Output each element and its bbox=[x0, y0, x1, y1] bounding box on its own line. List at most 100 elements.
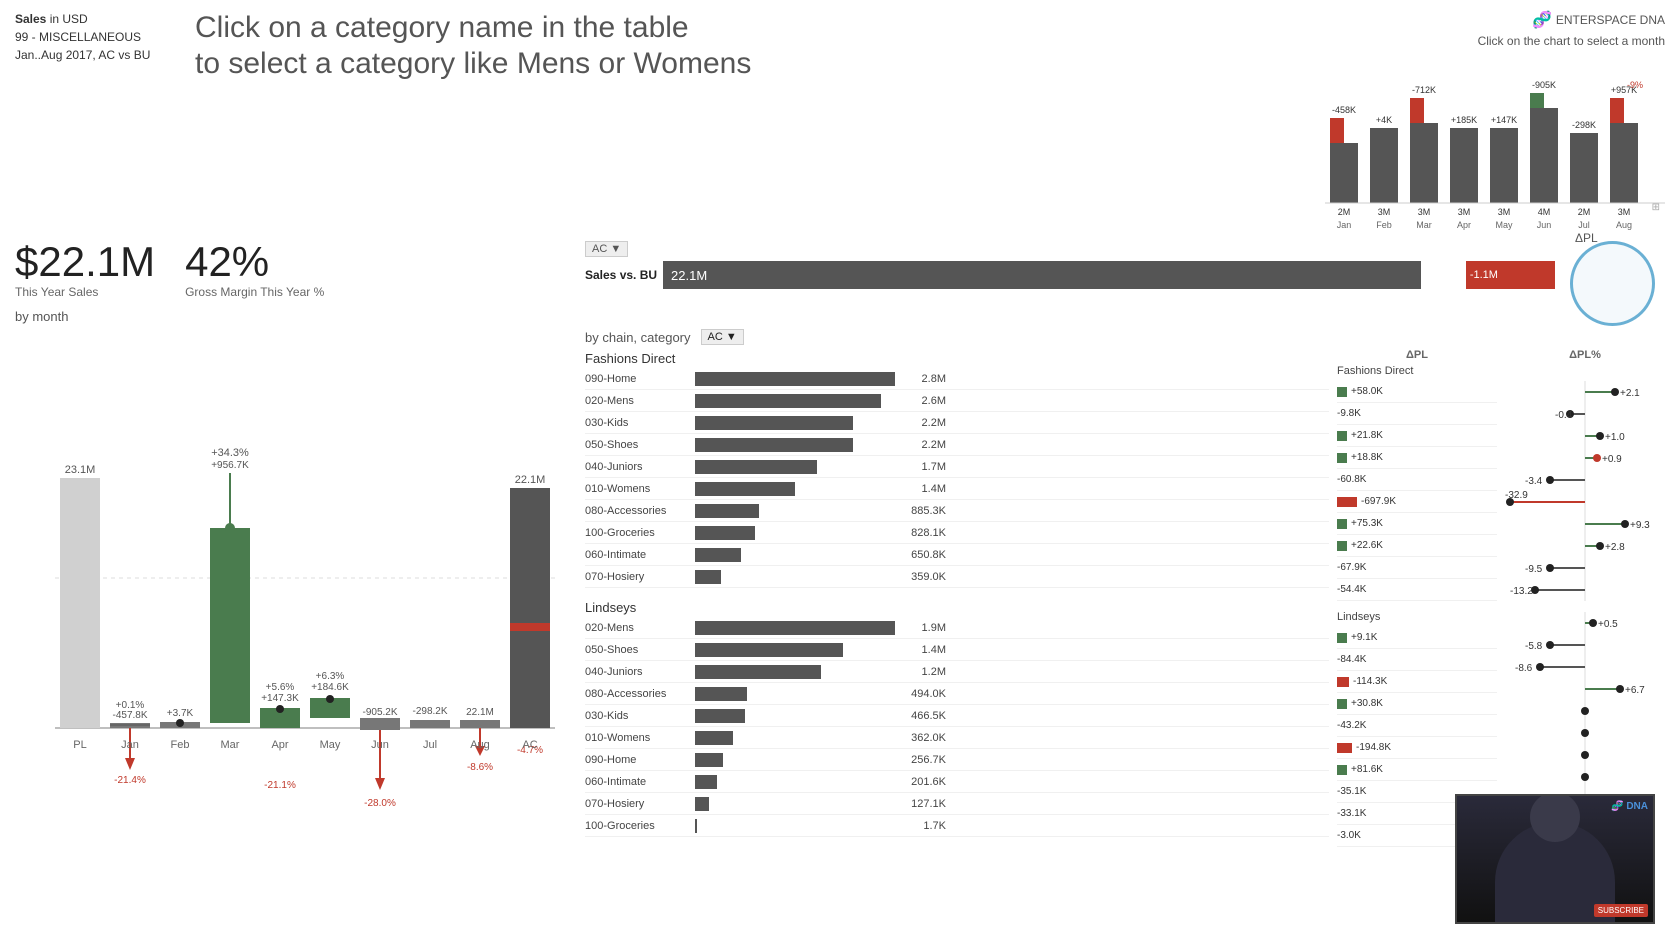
left-panel: $22.1M This Year Sales 42% Gross Margin … bbox=[15, 241, 575, 934]
svg-text:+4K: +4K bbox=[1376, 115, 1392, 125]
svbu-main-bar: 22.1M bbox=[663, 261, 1421, 289]
svg-text:Jul: Jul bbox=[1578, 220, 1590, 230]
svg-text:2M: 2M bbox=[1578, 207, 1591, 217]
dpl-val: -67.9K bbox=[1337, 562, 1366, 573]
svg-text:22.1M: 22.1M bbox=[466, 707, 494, 718]
svg-text:+2.1: +2.1 bbox=[1620, 388, 1640, 399]
svg-text:-712K: -712K bbox=[1412, 85, 1436, 95]
dna-watermark: 🧬 DNA bbox=[1611, 801, 1648, 812]
by-month-label: by month bbox=[15, 309, 575, 324]
dpl-val: -43.2K bbox=[1337, 720, 1366, 731]
table-row[interactable]: 100-Groceries 1.7K bbox=[585, 815, 1329, 837]
dpl-val: +75.3K bbox=[1351, 518, 1383, 529]
table-row[interactable]: 040-Juniors 1.7M bbox=[585, 456, 1329, 478]
table-row[interactable]: 090-Home 256.7K bbox=[585, 749, 1329, 771]
dpl-val: -697.9K bbox=[1361, 496, 1396, 507]
title-line2: to select a category like Mens or Womens bbox=[195, 46, 1315, 82]
kpi-row: $22.1M This Year Sales 42% Gross Margin … bbox=[15, 241, 575, 299]
title-line1: Click on a category name in the table bbox=[195, 10, 1315, 46]
svg-text:-8.6%: -8.6% bbox=[467, 762, 493, 773]
dpl-row: +30.8K bbox=[1337, 693, 1497, 715]
svg-text:-458K: -458K bbox=[1332, 105, 1356, 115]
svg-text:PL: PL bbox=[73, 739, 86, 751]
bar-apr-dark bbox=[1450, 128, 1478, 203]
ac-dropdown-svbu[interactable]: AC ▼ bbox=[585, 241, 628, 257]
bar-jun-green bbox=[1530, 93, 1544, 108]
dpl-header: ΔPL bbox=[1337, 349, 1497, 361]
bar-ac bbox=[510, 488, 550, 728]
table-row[interactable]: 100-Groceries 828.1K bbox=[585, 522, 1329, 544]
table-row[interactable]: 070-Hosiery 359.0K bbox=[585, 566, 1329, 588]
dpl-val: -35.1K bbox=[1337, 786, 1366, 797]
table-row[interactable]: 040-Juniors 1.2M bbox=[585, 661, 1329, 683]
svg-text:Jun: Jun bbox=[1537, 220, 1552, 230]
svg-text:AC: AC bbox=[522, 739, 537, 751]
table-row[interactable]: 050-Shoes 1.4M bbox=[585, 639, 1329, 661]
bar-aug-dark bbox=[1610, 123, 1638, 203]
main-chain-table: Fashions Direct 090-Home 2.8M 020-Mens 2… bbox=[585, 349, 1329, 934]
table-row[interactable]: 090-Home 2.8M bbox=[585, 368, 1329, 390]
table-row[interactable]: 060-Intimate 650.8K bbox=[585, 544, 1329, 566]
dpl-row: -54.4K bbox=[1337, 579, 1497, 601]
pos-indicator bbox=[1337, 699, 1347, 709]
dpl-row: +81.6K bbox=[1337, 759, 1497, 781]
dpl-row: +18.8K bbox=[1337, 447, 1497, 469]
table-row[interactable]: 080-Accessories 494.0K bbox=[585, 683, 1329, 705]
table-row[interactable]: 060-Intimate 201.6K bbox=[585, 771, 1329, 793]
bar-aug-wf bbox=[460, 720, 500, 728]
dpl-val: -114.3K bbox=[1353, 676, 1387, 687]
click-instruction: Click on the chart to select a month bbox=[1315, 34, 1665, 48]
dpl-row: -114.3K bbox=[1337, 671, 1497, 693]
table-row[interactable]: 020-Mens 1.9M bbox=[585, 617, 1329, 639]
kpi-sales-label: This Year Sales bbox=[15, 285, 98, 299]
video-person: 🧬 DNA SUBSCRIBE bbox=[1457, 796, 1653, 922]
dpl-row: +22.6K bbox=[1337, 535, 1497, 557]
table-row[interactable]: 030-Kids 2.2M bbox=[585, 412, 1329, 434]
sales-vs-bu-section: AC ▼ Sales vs. BU 22.1M -1.1M bbox=[585, 241, 1555, 289]
table-row[interactable]: 070-Hosiery 127.1K bbox=[585, 793, 1329, 815]
svg-text:4M: 4M bbox=[1538, 207, 1551, 217]
svg-text:-32.9: -32.9 bbox=[1505, 490, 1528, 501]
table-row[interactable]: 030-Kids 466.5K bbox=[585, 705, 1329, 727]
lind-group-spacer: Lindseys bbox=[1337, 609, 1497, 627]
table-row[interactable]: 010-Womens 1.4M bbox=[585, 478, 1329, 500]
svg-text:+0.9: +0.9 bbox=[1602, 454, 1622, 465]
dpl-val: -60.8K bbox=[1337, 474, 1366, 485]
svg-text:Mar: Mar bbox=[1416, 220, 1432, 230]
svbu-label: Sales vs. BU bbox=[585, 268, 657, 282]
svbu-delta-value: -1.1M bbox=[1470, 269, 1498, 281]
svg-text:+184.6K: +184.6K bbox=[311, 682, 349, 693]
bar-mar-red bbox=[1410, 98, 1424, 123]
lindseys-rows: 020-Mens 1.9M 050-Shoes 1.4M 040-Juniors bbox=[585, 617, 1329, 837]
table-row[interactable]: 020-Mens 2.6M bbox=[585, 390, 1329, 412]
main-container: Sales in USD 99 - MISCELLANEOUS Jan..Aug… bbox=[0, 0, 1680, 944]
expand-icon[interactable]: ⊞ bbox=[1652, 202, 1660, 213]
table-row[interactable]: 050-Shoes 2.2M bbox=[585, 434, 1329, 456]
svg-text:+147.3K: +147.3K bbox=[261, 693, 299, 704]
dpl-row: -9.8K bbox=[1337, 403, 1497, 425]
video-overlay: 🧬 DNA SUBSCRIBE bbox=[1455, 794, 1655, 924]
dpl-row: -67.9K bbox=[1337, 557, 1497, 579]
table-row[interactable]: 080-Accessories 885.3K bbox=[585, 500, 1329, 522]
bar-aug-red bbox=[1610, 98, 1624, 123]
svg-text:+2.8: +2.8 bbox=[1605, 542, 1625, 553]
dpl-val: +81.6K bbox=[1351, 764, 1383, 775]
fashions-direct-name: Fashions Direct bbox=[585, 351, 1329, 366]
svg-text:Jul: Jul bbox=[423, 739, 437, 751]
dna-icon: 🧬 bbox=[1532, 10, 1552, 30]
by-chain-label: by chain, category bbox=[585, 330, 691, 345]
svg-text:+6.7: +6.7 bbox=[1625, 685, 1645, 696]
dpl-val: -194.8K bbox=[1356, 742, 1391, 753]
top-left-info: Sales in USD 99 - MISCELLANEOUS Jan..Aug… bbox=[15, 10, 175, 64]
svbu-delta-bar: -1.1M bbox=[1466, 261, 1555, 289]
svg-text:3M: 3M bbox=[1458, 207, 1471, 217]
dpl-row: +21.8K bbox=[1337, 425, 1497, 447]
ac-dropdown-chain[interactable]: AC ▼ bbox=[701, 329, 744, 345]
bar-jan-dark bbox=[1330, 143, 1358, 203]
dpl-val: -33.1K bbox=[1337, 808, 1366, 819]
dna-logo: 🧬 ENTERSPACE DNA bbox=[1315, 10, 1665, 30]
svg-text:-8.6: -8.6 bbox=[1515, 663, 1533, 674]
svg-text:-9%: -9% bbox=[1627, 80, 1643, 90]
table-row[interactable]: 010-Womens 362.0K bbox=[585, 727, 1329, 749]
svbu-main-value: 22.1M bbox=[671, 268, 707, 283]
